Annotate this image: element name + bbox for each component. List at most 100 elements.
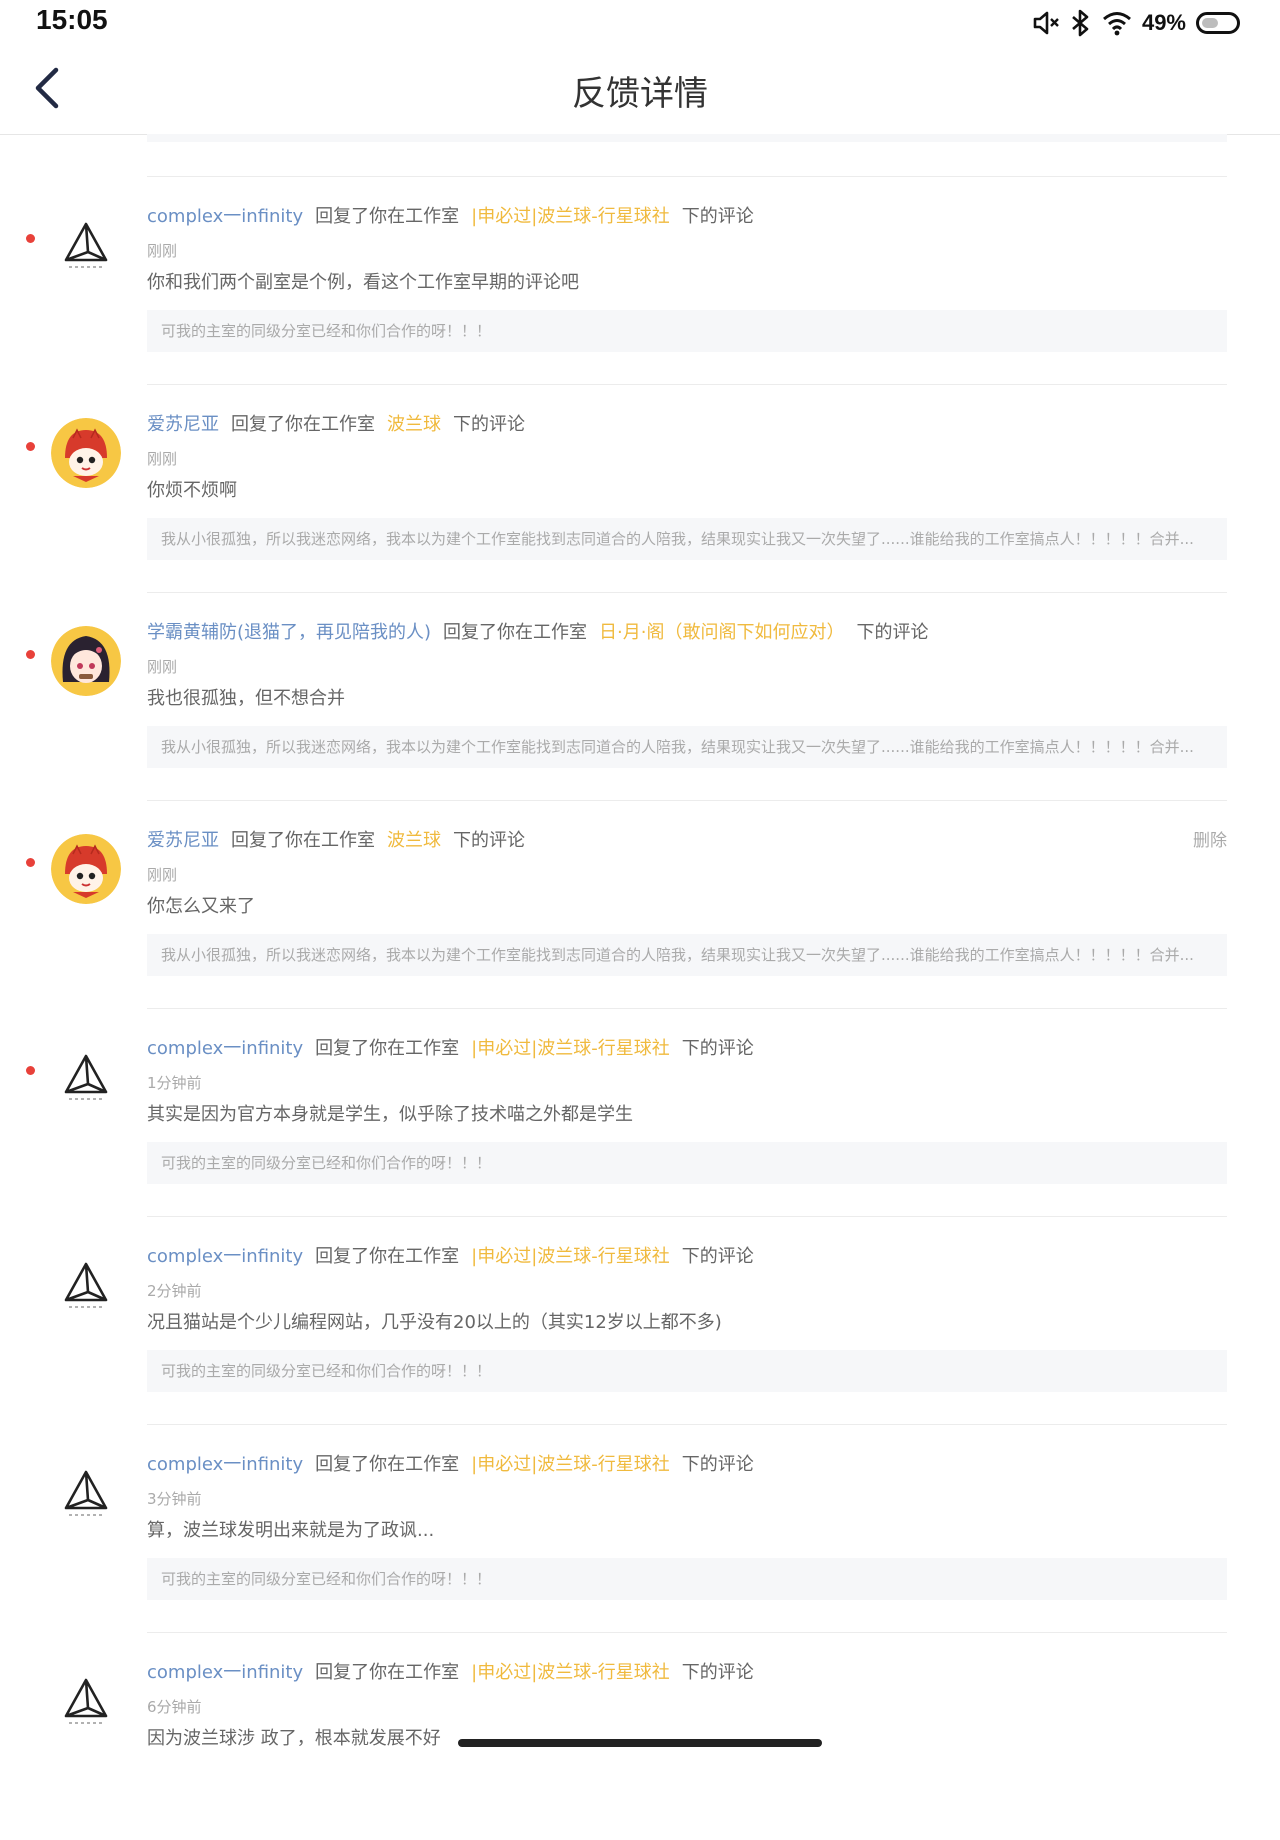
username-link[interactable]: 学霸黄辅防(退猫了，再见陪我的人) (147, 622, 431, 643)
avatar[interactable] (51, 834, 121, 904)
suffix-text: 下的评论 (681, 1454, 754, 1475)
timestamp: 6分钟前 (147, 1698, 202, 1716)
home-indicator[interactable] (458, 1739, 822, 1747)
notification-item[interactable]: complex一infinity 回复了你在工作室 |申必过|波兰球-行星球社 下的评… (0, 1424, 1280, 1632)
reply-content: 况且猫站是个少儿编程网站，几乎没有20以上的（其实12岁以上都不多) (147, 1312, 722, 1333)
username-link[interactable]: complex一infinity (147, 1246, 303, 1267)
notification-summary: 爱苏尼亚 回复了你在工作室 波兰球 下的评论 (147, 826, 1227, 852)
red-mascot-avatar (51, 834, 121, 904)
quoted-comment[interactable]: 可我的主室的同级分室已经和你们合作的呀！！！ (147, 1142, 1227, 1184)
battery-percent: 49% (1141, 10, 1186, 35)
reply-text: 回复了你在工作室 (231, 414, 375, 435)
divider (147, 592, 1227, 593)
unread-dot (26, 1066, 35, 1075)
triangle-logo-avatar (51, 1250, 121, 1320)
username-link[interactable]: 爱苏尼亚 (147, 830, 219, 851)
notification-item[interactable]: complex一infinity 回复了你在工作室 |申必过|波兰球-行星球社 下的评… (0, 1008, 1280, 1216)
unread-dot (26, 858, 35, 867)
suffix-text: 下的评论 (453, 830, 525, 851)
notification-item[interactable]: complex一infinity 回复了你在工作室 |申必过|波兰球-行星球社 下的评… (0, 176, 1280, 384)
username-link[interactable]: complex一infinity (147, 206, 303, 227)
battery-fill (1202, 18, 1218, 28)
reply-content: 算，波兰球发明出来就是为了政讽... (147, 1520, 435, 1541)
nav-bar: 反馈详情 (0, 44, 1280, 135)
studio-link[interactable]: |申必过|波兰球-行星球社 (471, 206, 670, 227)
studio-link[interactable]: 日·月·阁（敢问阁下如何应对） (599, 622, 844, 643)
username-link[interactable]: complex一infinity (147, 1454, 303, 1475)
studio-link[interactable]: |申必过|波兰球-行星球社 (471, 1038, 670, 1059)
avatar[interactable] (51, 1250, 121, 1320)
suffix-text: 下的评论 (856, 622, 929, 643)
anime-girl-avatar (51, 626, 121, 696)
status-bar: 15:05 49% (0, 0, 1280, 44)
avatar[interactable] (51, 1666, 121, 1736)
studio-link[interactable]: 波兰球 (387, 414, 441, 435)
reply-content: 你烦不烦啊 (147, 480, 237, 501)
timestamp: 2分钟前 (147, 1282, 202, 1300)
divider (147, 384, 1227, 385)
notification-item[interactable]: 爱苏尼亚 回复了你在工作室 波兰球 下的评论刚刚你烦不烦啊我从小很孤独，所以我迷恋网络… (0, 384, 1280, 592)
avatar[interactable] (51, 1042, 121, 1112)
notification-item[interactable]: 学霸黄辅防(退猫了，再见陪我的人) 回复了你在工作室 日·月·阁（敢问阁下如何应对）… (0, 592, 1280, 800)
avatar[interactable] (51, 418, 121, 488)
reply-text: 回复了你在工作室 (443, 622, 588, 643)
timestamp: 刚刚 (147, 866, 178, 884)
timestamp: 1分钟前 (147, 1074, 202, 1092)
page-title: 反馈详情 (572, 74, 708, 114)
wifi-icon (1102, 10, 1132, 36)
avatar[interactable] (51, 1458, 121, 1528)
reply-text: 回复了你在工作室 (315, 1662, 460, 1683)
suffix-text: 下的评论 (681, 206, 754, 227)
notification-item[interactable]: complex一infinity 回复了你在工作室 |申必过|波兰球-行星球社 下的评… (0, 1632, 1280, 1840)
divider (147, 800, 1227, 801)
studio-link[interactable]: |申必过|波兰球-行星球社 (471, 1246, 670, 1267)
username-link[interactable]: complex一infinity (147, 1038, 303, 1059)
triangle-logo-avatar (51, 210, 121, 280)
notification-summary: complex一infinity 回复了你在工作室 |申必过|波兰球-行星球社 下的评… (147, 1658, 1227, 1684)
divider (147, 176, 1227, 177)
delete-button[interactable]: 删除 (1193, 826, 1227, 851)
unread-dot (26, 234, 35, 243)
divider (147, 1424, 1227, 1425)
quoted-comment[interactable]: 我从小很孤独，所以我迷恋网络，我本以为建个工作室能找到志同道合的人陪我，结果现实… (147, 934, 1227, 976)
quoted-comment[interactable]: 我从小很孤独，所以我迷恋网络，我本以为建个工作室能找到志同道合的人陪我，结果现实… (147, 726, 1227, 768)
notification-summary: complex一infinity 回复了你在工作室 |申必过|波兰球-行星球社 下的评… (147, 1034, 1227, 1060)
studio-link[interactable]: |申必过|波兰球-行星球社 (471, 1454, 670, 1475)
reply-text: 回复了你在工作室 (315, 1246, 460, 1267)
avatar[interactable] (51, 210, 121, 280)
reply-content: 你怎么又来了 (147, 896, 255, 917)
quoted-comment[interactable]: 可我的主室的同级分室已经和你们合作的呀！！！ (147, 310, 1227, 352)
notification-summary: 爱苏尼亚 回复了你在工作室 波兰球 下的评论 (147, 410, 1227, 436)
timestamp: 刚刚 (147, 450, 178, 468)
notification-item[interactable]: 爱苏尼亚 回复了你在工作室 波兰球 下的评论 删除 刚刚 你怎么又来了 我从小很孤独，所以我迷… (0, 800, 1280, 1008)
reply-text: 回复了你在工作室 (315, 1038, 460, 1059)
battery-icon (1196, 12, 1240, 34)
notification-summary: 学霸黄辅防(退猫了，再见陪我的人) 回复了你在工作室 日·月·阁（敢问阁下如何应对）… (147, 618, 1227, 644)
avatar[interactable] (51, 626, 121, 696)
triangle-logo-avatar (51, 1042, 121, 1112)
suffix-text: 下的评论 (681, 1662, 754, 1683)
studio-link[interactable]: 波兰球 (387, 830, 441, 851)
quoted-comment[interactable]: 我从小很孤独，所以我迷恋网络，我本以为建个工作室能找到志同道合的人陪我，结果现实… (147, 518, 1227, 560)
quoted-comment[interactable]: 可我的主室的同级分室已经和你们合作的呀！！！ (147, 1350, 1227, 1392)
username-link[interactable]: complex一infinity (147, 1662, 303, 1683)
status-icons: 49% (1032, 6, 1240, 40)
timestamp: 刚刚 (147, 658, 178, 676)
unread-dot (26, 442, 35, 451)
suffix-text: 下的评论 (453, 414, 525, 435)
divider (147, 1216, 1227, 1217)
reply-content: 我也很孤独，但不想合并 (147, 688, 345, 709)
username-link[interactable]: 爱苏尼亚 (147, 414, 219, 435)
reply-text: 回复了你在工作室 (231, 830, 375, 851)
triangle-logo-avatar (51, 1458, 121, 1528)
divider (147, 1632, 1227, 1633)
quoted-comment[interactable]: 可我的主室的同级分室已经和你们合作的呀！！！ (147, 1558, 1227, 1600)
reply-text: 回复了你在工作室 (315, 1454, 460, 1475)
suffix-text: 下的评论 (681, 1246, 754, 1267)
studio-link[interactable]: |申必过|波兰球-行星球社 (471, 1662, 670, 1683)
notification-item[interactable]: complex一infinity 回复了你在工作室 |申必过|波兰球-行星球社 下的评… (0, 1216, 1280, 1424)
speaker-muted-icon (1032, 9, 1060, 37)
bluetooth-icon (1070, 9, 1092, 37)
triangle-logo-avatar (51, 1666, 121, 1736)
reply-content: 其实是因为官方本身就是学生，似乎除了技术喵之外都是学生 (147, 1104, 633, 1125)
